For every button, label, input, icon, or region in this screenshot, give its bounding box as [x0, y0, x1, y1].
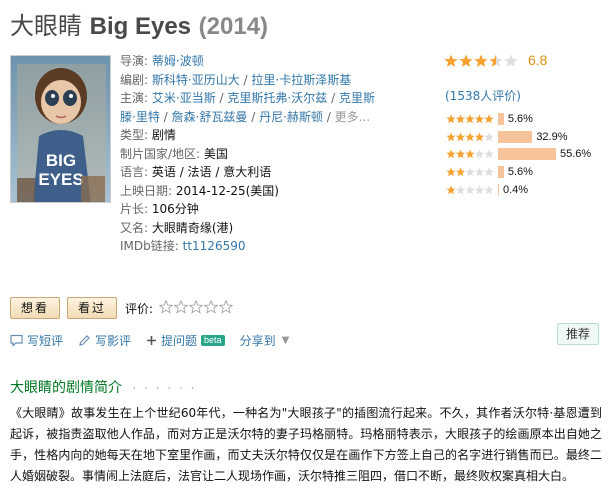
rating-count-link[interactable]: (1538人评价): [445, 87, 521, 104]
cast-link[interactable]: 克里斯: [339, 91, 375, 105]
rating-bar-fill: [498, 112, 504, 125]
summary-heading: 大眼睛的剧情简介 · · · · · ·: [10, 377, 196, 397]
release-row: 上映日期: 2014-12-25(美国): [120, 182, 378, 201]
imdb-row: IMDb链接: tt1126590: [120, 237, 378, 256]
imdb-label: IMDb链接:: [120, 239, 179, 253]
country-label: 制片国家/地区:: [120, 146, 201, 161]
rating-bar-percent: 5.6%: [507, 112, 533, 125]
rating-stars-icon: [444, 54, 518, 67]
cast-row: 主演: 艾米·亚当斯 / 克里斯托弗·沃尔兹 / 克里斯: [120, 91, 375, 105]
director-row: 导演: 蒂姆·波顿: [120, 52, 378, 71]
language-label: 语言:: [120, 165, 149, 179]
rating-bar-stars-icon: [446, 114, 494, 124]
writer-row: 编剧: 斯科特·亚历山大 / 拉里·卡拉斯泽斯基: [120, 72, 352, 87]
rating-bar-fill: [498, 184, 499, 197]
action-bar: 写短评 写影评 提问题 beta 分享到 ▼: [10, 331, 289, 349]
aka-label: 又名:: [120, 220, 149, 235]
write-review-label: 写影评: [95, 333, 132, 348]
ask-question-button[interactable]: 提问题 beta: [146, 332, 225, 349]
cast-more-link[interactable]: 更多...: [335, 110, 370, 124]
rating-bar-fill: [498, 130, 533, 143]
pencil-icon: [79, 334, 90, 346]
poster-title-text: BIG: [46, 151, 76, 170]
runtime-row: 片长: 106分钟: [120, 200, 378, 219]
write-short-review-label: 写短评: [27, 333, 64, 348]
rating-bar-percent: 5.6%: [507, 166, 533, 179]
write-review-button[interactable]: 写影评: [78, 332, 131, 349]
recommend-button[interactable]: 推荐: [557, 323, 599, 345]
share-label: 分享到: [239, 333, 276, 348]
genre-row: 类型: 剧情: [120, 126, 378, 145]
imdb-link[interactable]: tt1126590: [183, 239, 246, 253]
rating-bar-percent: 55.6%: [560, 148, 592, 161]
cast-link[interactable]: 艾米·亚当斯: [152, 91, 216, 105]
writer-link[interactable]: 拉里·卡拉斯泽斯基: [251, 73, 351, 87]
rating-bar-stars-icon: [446, 149, 494, 159]
director-link[interactable]: 蒂姆·波顿: [152, 54, 204, 68]
cast-link[interactable]: 克里斯托弗·沃尔兹: [227, 91, 327, 105]
rating-bar-percent: 0.4%: [503, 184, 529, 197]
svg-text:EYES: EYES: [38, 170, 83, 189]
rating-bar-row: 5.6%: [446, 163, 606, 181]
writer-label: 编剧:: [120, 72, 149, 87]
rate-label: 评价:: [125, 302, 154, 316]
rating-bar-fill: [498, 166, 504, 179]
rating-bar-row: 0.4%: [446, 181, 606, 199]
comment-icon: [10, 334, 23, 347]
genre-label: 类型:: [120, 128, 149, 142]
runtime-label: 片长:: [120, 202, 149, 216]
plus-icon: [147, 335, 157, 345]
title-year: (2014): [198, 13, 269, 40]
beta-badge: beta: [201, 334, 225, 346]
genre-value: 剧情: [151, 128, 176, 142]
watched-button[interactable]: 看过: [67, 297, 117, 319]
rating-bar-stars-icon: [446, 185, 494, 195]
cast-label: 主演:: [120, 91, 149, 105]
page-title: 大眼睛 Big Eyes (2014): [10, 10, 268, 43]
rating-distribution: 5.6% 32.9% 55.6% 5.6% 0.4%: [446, 110, 606, 199]
movie-poster[interactable]: BIG EYES: [10, 55, 111, 203]
share-dropdown[interactable]: 分享到 ▼: [240, 332, 290, 349]
summary-heading-dots: · · · · · ·: [132, 381, 197, 395]
cast-link[interactable]: 滕·里特: [120, 110, 160, 124]
rating-bar-stars-icon: [446, 167, 494, 177]
ask-question-label: 提问题: [161, 333, 198, 348]
aka-row: 又名: 大眼睛奇缘(港): [120, 219, 378, 238]
write-short-review-button[interactable]: 写短评: [10, 332, 63, 349]
writer-link[interactable]: 斯科特·亚历山大: [152, 73, 240, 87]
cast-link[interactable]: 詹森·舒瓦兹曼: [172, 110, 248, 124]
rating-bar-row: 32.9%: [446, 128, 606, 146]
rate-stars-input[interactable]: [159, 300, 235, 314]
rating-bar-percent: 32.9%: [536, 130, 568, 143]
rating-bar-stars-icon: [446, 132, 494, 141]
language-value: 英语 / 法语 / 意大利语: [151, 165, 272, 179]
summary-heading-text: 大眼睛的剧情简介: [10, 380, 122, 396]
want-to-watch-button[interactable]: 想看: [10, 297, 60, 319]
title-chinese: 大眼睛: [10, 12, 82, 40]
rating-score: 6.8: [528, 52, 548, 68]
cast-row-continued: 滕·里特 / 詹森·舒瓦兹曼 / 丹尼·赫斯顿 / 更多...: [120, 109, 371, 124]
country-value: 美国: [203, 146, 228, 161]
release-value: 2014-12-25(美国): [175, 183, 279, 198]
director-label: 导演:: [120, 54, 149, 68]
movie-info: 导演: 蒂姆·波顿 编剧: 斯科特·亚历山大 / 拉里·卡拉斯泽斯基 主演: 艾…: [120, 52, 378, 256]
language-row: 语言: 英语 / 法语 / 意大利语: [120, 163, 378, 182]
title-english: Big Eyes: [89, 13, 192, 40]
chevron-down-icon: ▼: [281, 334, 290, 346]
summary-text: 《大眼睛》故事发生在上个世纪60年代，一种名为"大眼孩子"的插图流行起来。不久，…: [10, 406, 602, 483]
rating-bar-fill: [498, 148, 556, 161]
rating-bar-row: 55.6%: [446, 146, 606, 164]
country-row: 制片国家/地区: 美国: [120, 145, 378, 164]
aka-value: 大眼睛奇缘(港): [151, 220, 234, 235]
cast-link[interactable]: 丹尼·赫斯顿: [259, 110, 323, 124]
release-label: 上映日期:: [120, 183, 173, 198]
rating-bar-row: 5.6%: [446, 110, 606, 128]
poster-image: BIG EYES: [11, 56, 110, 202]
runtime-value: 106分钟: [151, 202, 199, 216]
